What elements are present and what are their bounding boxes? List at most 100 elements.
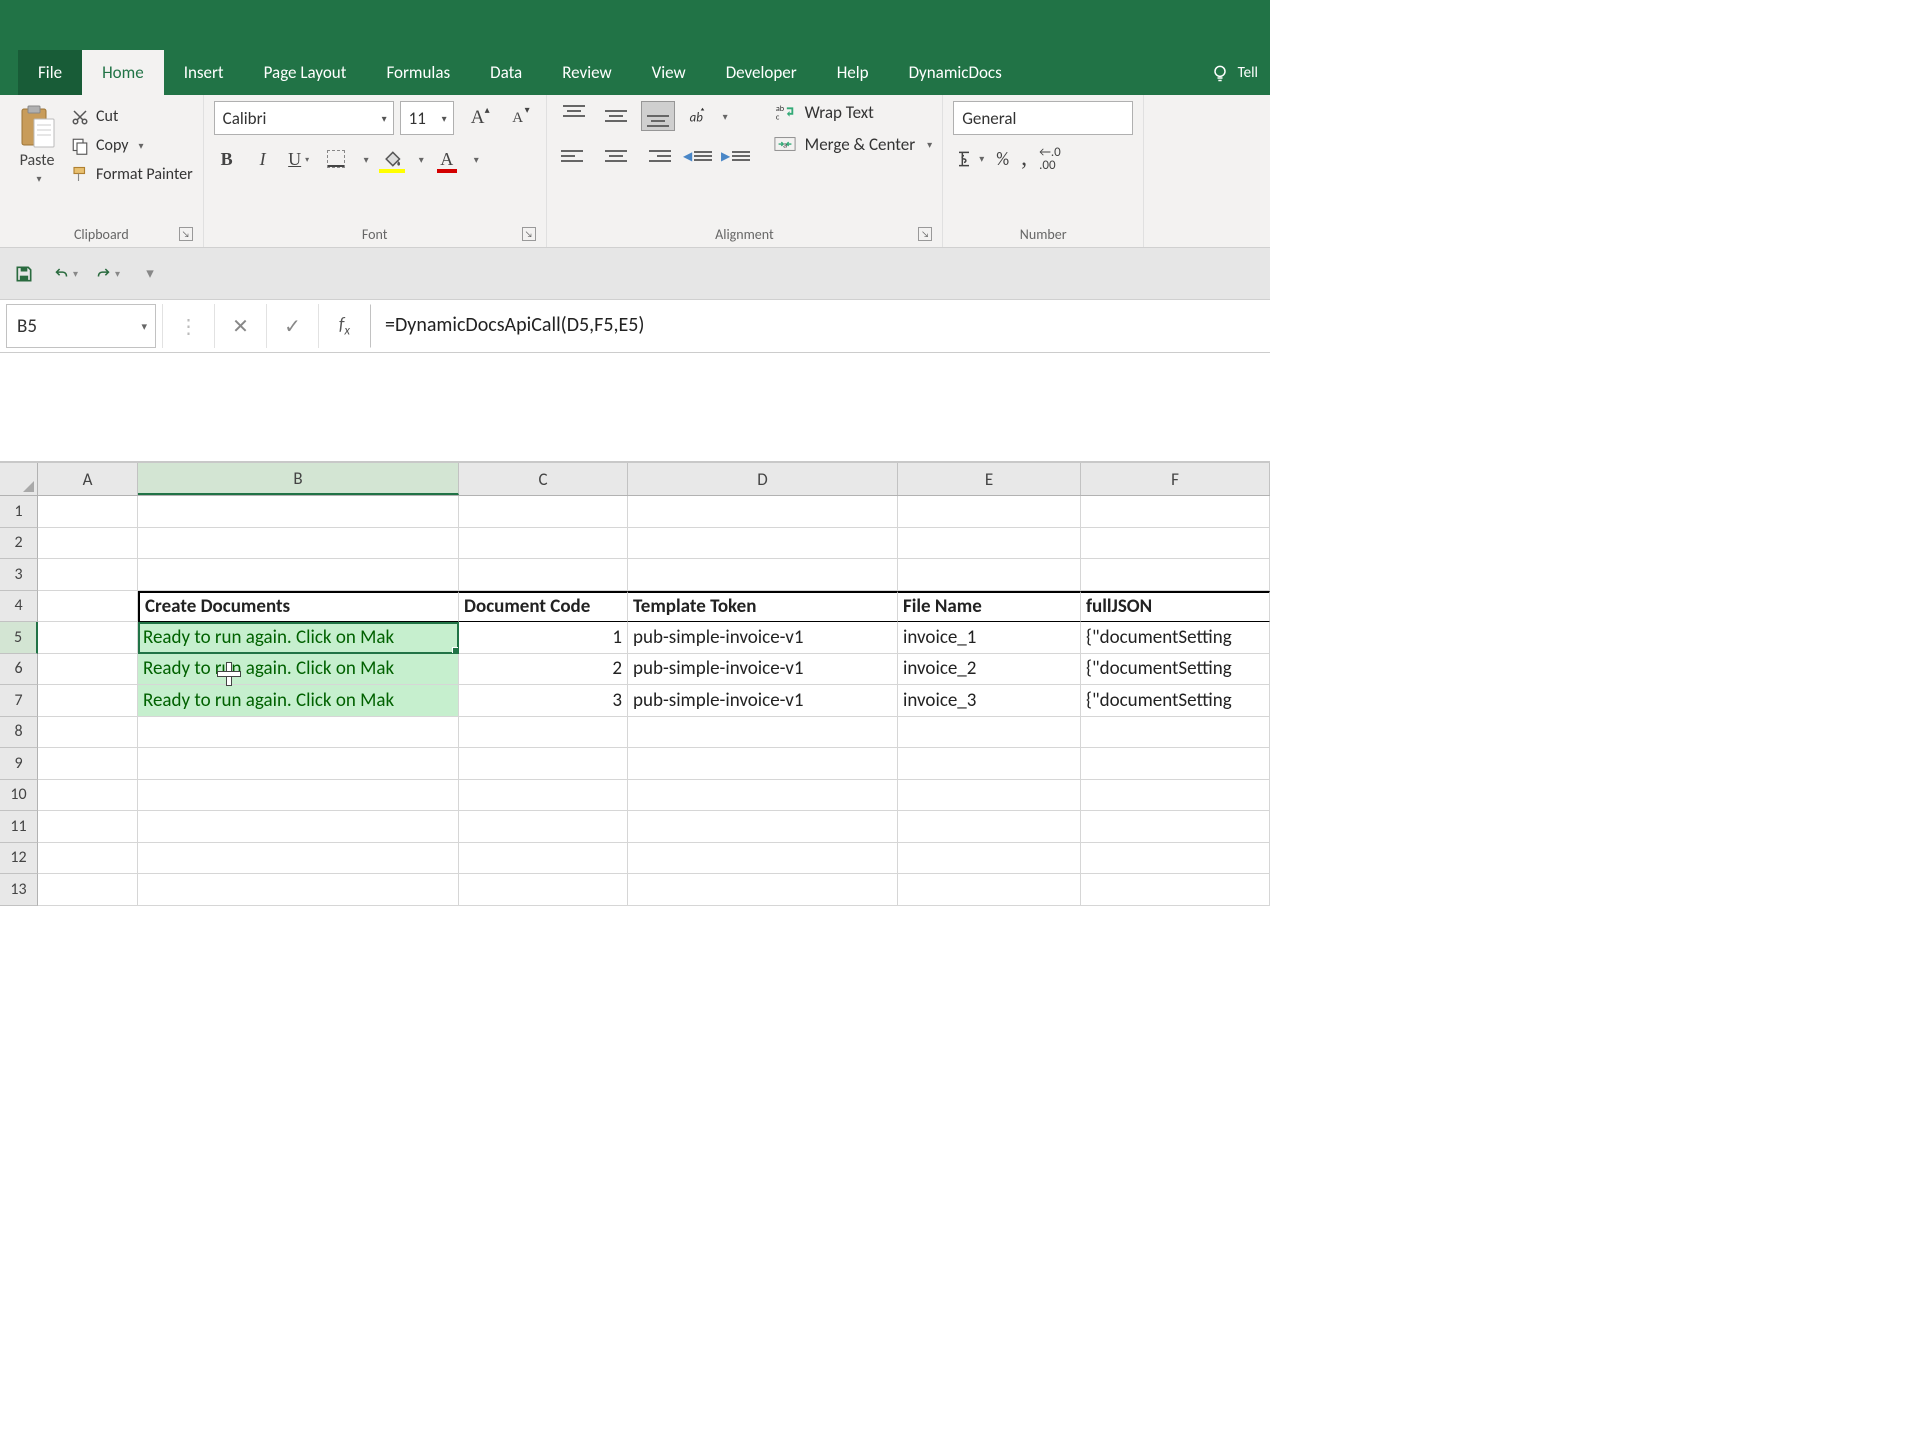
cell-E2[interactable] xyxy=(898,528,1081,560)
align-right-button[interactable] xyxy=(641,141,675,171)
cell-C2[interactable] xyxy=(459,528,628,560)
cell-B13[interactable] xyxy=(138,874,459,906)
cell-D1[interactable] xyxy=(628,496,898,528)
cell-D13[interactable] xyxy=(628,874,898,906)
qat-customise[interactable]: ▾ xyxy=(138,262,162,286)
cell-C11[interactable] xyxy=(459,811,628,843)
tab-developer[interactable]: Developer xyxy=(706,50,817,95)
align-middle-button[interactable] xyxy=(599,101,633,131)
tab-formulas[interactable]: Formulas xyxy=(366,50,470,95)
cell-F3[interactable] xyxy=(1081,559,1270,591)
cell-F1[interactable] xyxy=(1081,496,1270,528)
cell-D8[interactable] xyxy=(628,717,898,749)
cell-B7[interactable]: Ready to run again. Click on Mak xyxy=(138,685,459,717)
col-header-A[interactable]: A xyxy=(38,463,138,495)
cell-C10[interactable] xyxy=(459,780,628,812)
cell-E3[interactable] xyxy=(898,559,1081,591)
tab-home[interactable]: Home xyxy=(82,50,164,95)
col-header-D[interactable]: D xyxy=(628,463,898,495)
percent-button[interactable]: % xyxy=(996,148,1009,170)
cut-button[interactable]: Cut xyxy=(70,107,193,126)
row-header-8[interactable]: 8 xyxy=(0,717,38,749)
cell-F8[interactable] xyxy=(1081,717,1270,749)
cell-A4[interactable] xyxy=(38,591,138,623)
cell-C9[interactable] xyxy=(459,748,628,780)
cell-D7[interactable]: pub-simple-invoice-v1 xyxy=(628,685,898,717)
select-all-corner[interactable] xyxy=(0,463,38,495)
cell-D10[interactable] xyxy=(628,780,898,812)
cell-A11[interactable] xyxy=(38,811,138,843)
formula-input[interactable]: =DynamicDocsApiCall(D5,F5,E5) xyxy=(370,304,1270,348)
merge-center-button[interactable]: a Merge & Center ▾ xyxy=(773,133,933,155)
row-header-1[interactable]: 1 xyxy=(0,496,38,528)
cell-F2[interactable] xyxy=(1081,528,1270,560)
row-header-11[interactable]: 11 xyxy=(0,811,38,843)
cell-B3[interactable] xyxy=(138,559,459,591)
insert-function-button[interactable]: fx xyxy=(318,304,370,348)
alignment-dialog-launcher[interactable] xyxy=(918,227,932,241)
cell-A6[interactable] xyxy=(38,654,138,686)
tab-review[interactable]: Review xyxy=(542,50,631,95)
cell-E11[interactable] xyxy=(898,811,1081,843)
increase-font-button[interactable]: A▴ xyxy=(460,101,496,135)
format-painter-button[interactable]: Format Painter xyxy=(70,165,193,184)
cell-F10[interactable] xyxy=(1081,780,1270,812)
number-format-select[interactable]: General xyxy=(953,101,1133,135)
font-dialog-launcher[interactable] xyxy=(522,227,536,241)
cell-A5[interactable] xyxy=(38,622,138,654)
cell-E13[interactable] xyxy=(898,874,1081,906)
worksheet-grid[interactable]: A B C D E F 1234Create DocumentsDocument… xyxy=(0,463,1270,906)
cell-B8[interactable] xyxy=(138,717,459,749)
wrap-text-button[interactable]: abc Wrap Text xyxy=(773,101,933,123)
col-header-B[interactable]: B xyxy=(138,463,459,495)
underline-button[interactable]: U▾ xyxy=(286,145,312,173)
cell-A7[interactable] xyxy=(38,685,138,717)
cell-F12[interactable] xyxy=(1081,843,1270,875)
cell-A12[interactable] xyxy=(38,843,138,875)
cell-F13[interactable] xyxy=(1081,874,1270,906)
clipboard-dialog-launcher[interactable] xyxy=(179,227,193,241)
paste-button[interactable]: Paste ▾ xyxy=(10,101,64,185)
cell-E9[interactable] xyxy=(898,748,1081,780)
copy-dropdown-caret[interactable]: ▾ xyxy=(139,139,144,152)
font-colour-dropdown[interactable]: ▾ xyxy=(474,153,479,166)
cell-A9[interactable] xyxy=(38,748,138,780)
align-left-button[interactable] xyxy=(557,141,591,171)
row-header-10[interactable]: 10 xyxy=(0,780,38,812)
cell-F4[interactable]: fullJSON xyxy=(1081,591,1270,623)
cell-B10[interactable] xyxy=(138,780,459,812)
row-header-2[interactable]: 2 xyxy=(0,528,38,560)
cell-F9[interactable] xyxy=(1081,748,1270,780)
tab-help[interactable]: Help xyxy=(817,50,889,95)
row-header-6[interactable]: 6 xyxy=(0,654,38,686)
enter-formula-button[interactable]: ✓ xyxy=(266,304,318,348)
col-header-E[interactable]: E xyxy=(898,463,1081,495)
font-colour-button[interactable]: A xyxy=(434,145,460,173)
cell-C1[interactable] xyxy=(459,496,628,528)
cell-B4[interactable]: Create Documents xyxy=(138,591,459,623)
cell-A3[interactable] xyxy=(38,559,138,591)
row-header-12[interactable]: 12 xyxy=(0,843,38,875)
row-header-13[interactable]: 13 xyxy=(0,874,38,906)
cell-E10[interactable] xyxy=(898,780,1081,812)
fill-colour-button[interactable] xyxy=(379,145,405,173)
tab-page-layout[interactable]: Page Layout xyxy=(244,50,367,95)
cell-E4[interactable]: File Name xyxy=(898,591,1081,623)
cell-D6[interactable]: pub-simple-invoice-v1 xyxy=(628,654,898,686)
tab-insert[interactable]: Insert xyxy=(164,50,244,95)
borders-button[interactable] xyxy=(322,146,350,172)
tab-file[interactable]: File xyxy=(18,50,82,95)
copy-button[interactable]: Copy ▾ xyxy=(70,136,193,155)
cell-A2[interactable] xyxy=(38,528,138,560)
row-header-5[interactable]: 5 xyxy=(0,622,38,654)
tab-dynamicdocs[interactable]: DynamicDocs xyxy=(889,50,1022,95)
row-header-7[interactable]: 7 xyxy=(0,685,38,717)
cell-D11[interactable] xyxy=(628,811,898,843)
cell-A1[interactable] xyxy=(38,496,138,528)
col-header-C[interactable]: C xyxy=(459,463,628,495)
cell-F7[interactable]: {"documentSetting xyxy=(1081,685,1270,717)
undo-button[interactable]: ▾ xyxy=(54,262,78,286)
cell-C4[interactable]: Document Code xyxy=(459,591,628,623)
row-header-4[interactable]: 4 xyxy=(0,591,38,623)
bold-button[interactable]: B xyxy=(214,145,240,173)
